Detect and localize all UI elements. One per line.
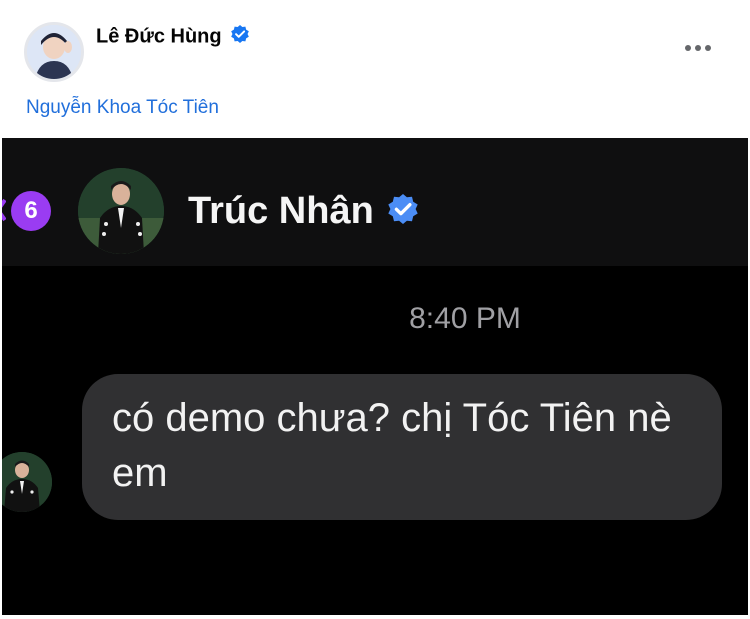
contact-name: Trúc Nhân bbox=[188, 190, 374, 232]
contact-photo bbox=[78, 168, 164, 254]
sender-photo bbox=[2, 452, 52, 512]
message-screenshot-image[interactable]: 6 Trúc Nhân 8:40 PM có demo chưa? chị Tó… bbox=[2, 138, 748, 615]
tagged-person-link[interactable]: Nguyễn Khoa Tóc Tiên bbox=[26, 97, 219, 119]
dot-icon bbox=[695, 45, 701, 51]
back-chevron-icon bbox=[2, 198, 6, 222]
contact-name-row: Trúc Nhân bbox=[188, 190, 419, 234]
verified-badge-icon bbox=[388, 191, 419, 234]
contact-avatar bbox=[78, 168, 164, 254]
dot-icon bbox=[705, 45, 711, 51]
sender-avatar bbox=[2, 452, 52, 512]
unread-count-badge: 6 bbox=[11, 191, 51, 231]
more-options-button[interactable] bbox=[682, 36, 714, 60]
author-avatar[interactable] bbox=[24, 22, 84, 82]
message-timestamp: 8:40 PM bbox=[409, 302, 521, 335]
dot-icon bbox=[685, 45, 691, 51]
post-header: Lê Đức Hùng Nguyễn Khoa Tóc Tiên bbox=[0, 0, 750, 138]
author-name-row: Lê Đức Hùng bbox=[96, 25, 249, 49]
author-name[interactable]: Lê Đức Hùng bbox=[96, 25, 222, 47]
chat-header: 6 Trúc Nhân bbox=[2, 138, 748, 266]
author-photo bbox=[27, 25, 81, 79]
verified-badge-icon bbox=[231, 25, 249, 49]
message-bubble: có demo chưa? chị Tóc Tiên nè em bbox=[82, 374, 722, 520]
